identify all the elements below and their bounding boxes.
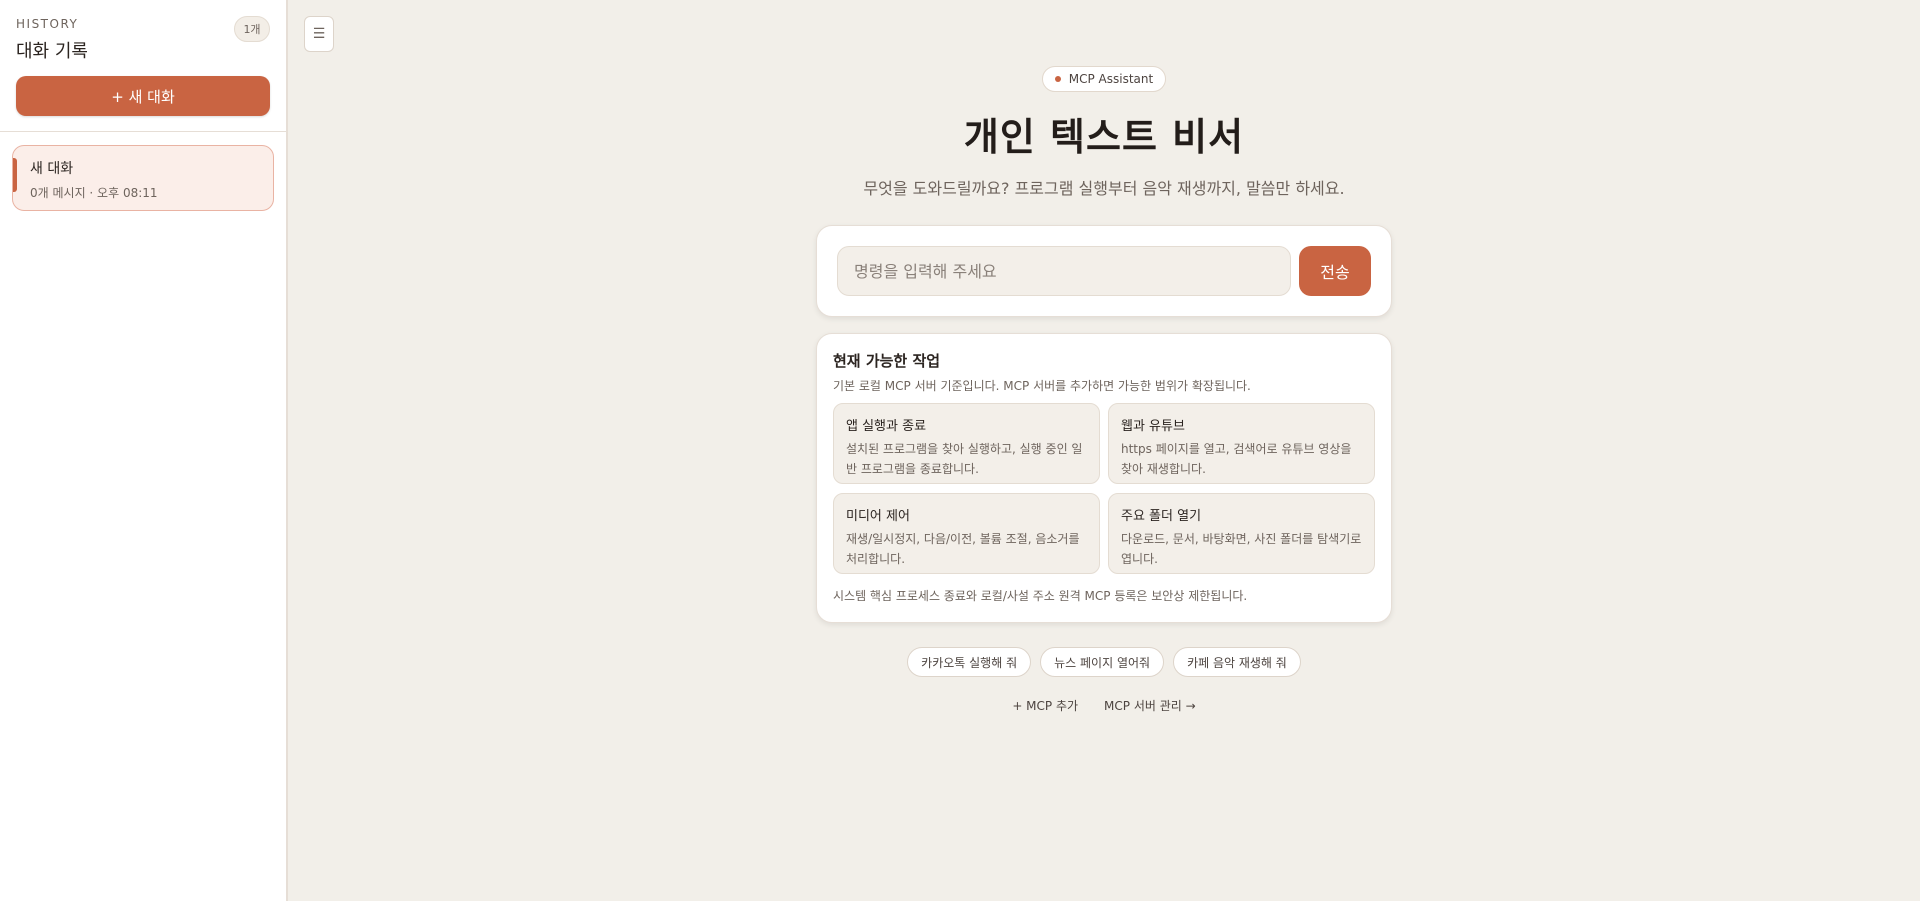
suggestion-chip-news[interactable]: 뉴스 페이지 열어줘 [1040, 647, 1165, 677]
suggestion-chips: 카카오톡 실행해 줘 뉴스 페이지 열어줘 카페 음악 재생해 줘 [907, 647, 1301, 677]
add-mcp-link[interactable]: + MCP 추가 [1012, 697, 1078, 714]
main-area: ☰ MCP Assistant 개인 텍스트 비서 무엇을 도와드릴까요? 프로… [288, 0, 1920, 901]
task-app-launch: 앱 실행과 종료 설치된 프로그램을 찾아 실행하고, 실행 중인 일반 프로그… [833, 403, 1100, 484]
task-name: 미디어 제어 [846, 509, 910, 524]
status-dot-icon [1054, 76, 1061, 82]
assistant-badge-label: MCP Assistant [1068, 72, 1154, 86]
footer-links: + MCP 추가 MCP 서버 관리 → [1012, 697, 1195, 714]
task-name: 웹과 유튜브 [1121, 419, 1185, 434]
suggestion-chip-cafe-music[interactable]: 카페 음악 재생해 줘 [1173, 647, 1301, 677]
command-input[interactable] [837, 246, 1291, 296]
task-grid: 앱 실행과 종료 설치된 프로그램을 찾아 실행하고, 실행 중인 일반 프로그… [833, 403, 1375, 574]
send-button[interactable]: 전송 [1299, 246, 1371, 296]
assistant-badge: MCP Assistant [1041, 66, 1167, 92]
sidebar-title: 대화 기록 [16, 41, 88, 62]
task-text: 다운로드, 문서, 바탕화면, 사진 폴더를 탐색기로 엽니다. [1121, 532, 1362, 566]
main-content: MCP Assistant 개인 텍스트 비서 무엇을 도와드릴까요? 프로그램… [288, 66, 1920, 714]
manage-mcp-link[interactable]: MCP 서버 관리 → [1104, 697, 1196, 714]
task-text: https 페이지를 열고, 검색어로 유튜브 영상을 찾아 재생합니다. [1121, 442, 1352, 476]
task-text: 재생/일시정지, 다음/이전, 볼륨 조절, 음소거를 처리합니다. [846, 532, 1080, 566]
tasks-security-note: 시스템 핵심 프로세스 종료와 로컬/사설 주소 원격 MCP 등록은 보안상 … [833, 589, 1248, 603]
tasks-title: 현재 가능한 작업 [833, 352, 941, 370]
task-text: 설치된 프로그램을 찾아 실행하고, 실행 중인 일반 프로그램을 종료합니다. [846, 442, 1083, 476]
task-name: 주요 폴더 열기 [1121, 509, 1202, 524]
conversation-item[interactable]: 새 대화 0개 메시지 · 오후 08:11 [12, 145, 274, 211]
conversation-title: 새 대화 [30, 161, 74, 177]
sidebar: HISTORY 대화 기록 1개 + 새 대화 새 대화 0개 메시지 · 오후… [0, 0, 288, 901]
new-chat-button[interactable]: + 새 대화 [16, 76, 270, 116]
task-name: 앱 실행과 종료 [846, 419, 927, 434]
active-indicator [13, 158, 17, 192]
page-subtitle: 무엇을 도와드릴까요? 프로그램 실행부터 음악 재생까지, 말씀만 하세요. [863, 179, 1345, 198]
sidebar-header: HISTORY 대화 기록 1개 + 새 대화 [0, 0, 286, 132]
conversation-count-badge: 1개 [234, 16, 270, 42]
page-title: 개인 텍스트 비서 [963, 114, 1245, 159]
available-tasks-card: 현재 가능한 작업 기본 로컬 MCP 서버 기준입니다. MCP 서버를 추가… [816, 333, 1392, 623]
task-web-youtube: 웹과 유튜브 https 페이지를 열고, 검색어로 유튜브 영상을 찾아 재생… [1108, 403, 1375, 484]
command-input-card: 전송 [816, 225, 1392, 317]
conversation-meta: 0개 메시지 · 오후 08:11 [30, 186, 158, 200]
tasks-description: 기본 로컬 MCP 서버 기준입니다. MCP 서버를 추가하면 가능한 범위가… [833, 379, 1251, 393]
task-open-folders: 주요 폴더 열기 다운로드, 문서, 바탕화면, 사진 폴더를 탐색기로 엽니다… [1108, 493, 1375, 574]
suggestion-chip-kakaotalk[interactable]: 카카오톡 실행해 줘 [907, 647, 1032, 677]
sidebar-kicker: HISTORY [16, 17, 79, 31]
menu-toggle-button[interactable]: ☰ [304, 16, 334, 52]
app-root: HISTORY 대화 기록 1개 + 새 대화 새 대화 0개 메시지 · 오후… [0, 0, 1920, 901]
conversation-list: 새 대화 0개 메시지 · 오후 08:11 [0, 132, 286, 224]
menu-icon: ☰ [312, 26, 326, 42]
task-media-control: 미디어 제어 재생/일시정지, 다음/이전, 볼륨 조절, 음소거를 처리합니다… [833, 493, 1100, 574]
